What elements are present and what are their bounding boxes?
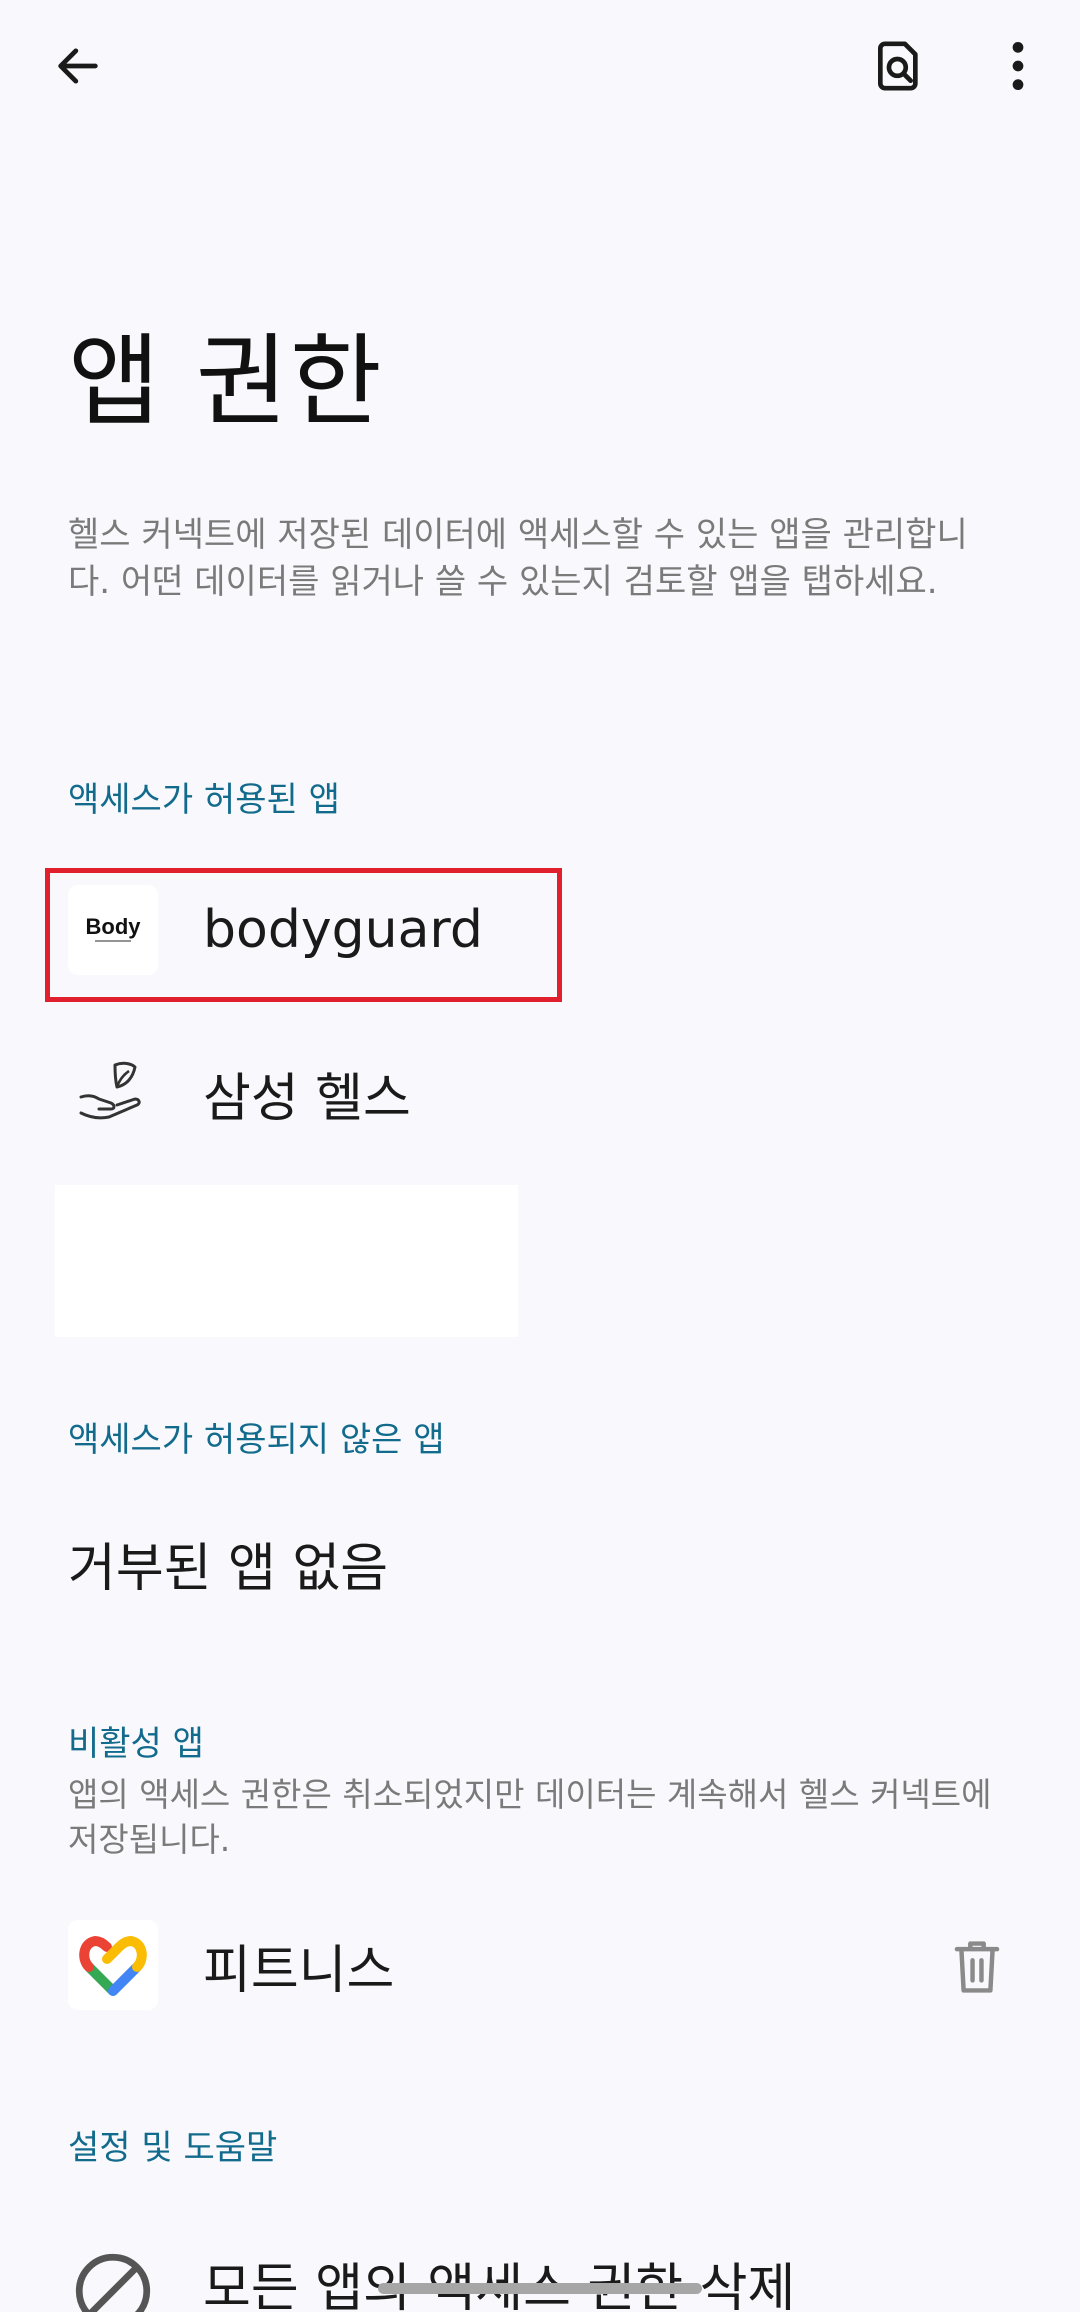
back-button[interactable]	[30, 18, 126, 114]
more-options-button[interactable]	[970, 18, 1066, 114]
app-item-fitness[interactable]: 피트니스	[68, 1900, 1018, 2030]
remove-all-access-item[interactable]: 모든 앱의 액세스 권한 삭제	[68, 2234, 1018, 2312]
trash-icon	[954, 1941, 1000, 1993]
page-title: 앱 권한	[68, 323, 384, 440]
settings-help-header: 설정 및 도움말	[68, 2128, 278, 2168]
more-vertical-icon	[1012, 41, 1024, 91]
app-name-fitness: 피트니스	[203, 1940, 395, 2001]
block-icon	[75, 2253, 151, 2312]
app-permissions-screen: 앱 권한 헬스 커넥트에 저장된 데이터에 액세스할 수 있는 앱을 관리합니다…	[0, 0, 1080, 2312]
highlight-box	[45, 868, 562, 1002]
inactive-apps-description: 앱의 액세스 권한은 취소되었지만 데이터는 계속해서 헬스 커넥트에 저장됩니…	[68, 1775, 992, 1859]
top-app-bar	[0, 0, 1080, 130]
allowed-apps-header: 액세스가 허용된 앱	[68, 780, 340, 820]
arrow-left-icon	[58, 48, 98, 84]
delete-fitness-data-button[interactable]	[932, 1922, 1022, 2012]
remove-all-access-label: 모든 앱의 액세스 권한 삭제	[203, 2259, 796, 2312]
samsung-health-icon	[68, 1048, 158, 1138]
blank-placeholder	[55, 1185, 518, 1337]
no-denied-apps-text: 거부된 앱 없음	[68, 1539, 389, 1599]
document-search-icon	[878, 41, 918, 91]
page-description: 헬스 커넥트에 저장된 데이터에 액세스할 수 있는 앱을 관리합니다. 어떤 …	[68, 515, 968, 602]
denied-apps-header: 액세스가 허용되지 않은 앱	[68, 1420, 445, 1460]
app-item-samsung-health[interactable]: 삼성 헬스	[68, 1028, 1018, 1158]
google-fit-icon	[68, 1920, 158, 2010]
gesture-nav-handle[interactable]	[378, 2283, 702, 2294]
inactive-apps-header: 비활성 앱	[68, 1724, 204, 1764]
app-name-samsung-health: 삼성 헬스	[203, 1068, 411, 1129]
search-document-button[interactable]	[851, 18, 947, 114]
